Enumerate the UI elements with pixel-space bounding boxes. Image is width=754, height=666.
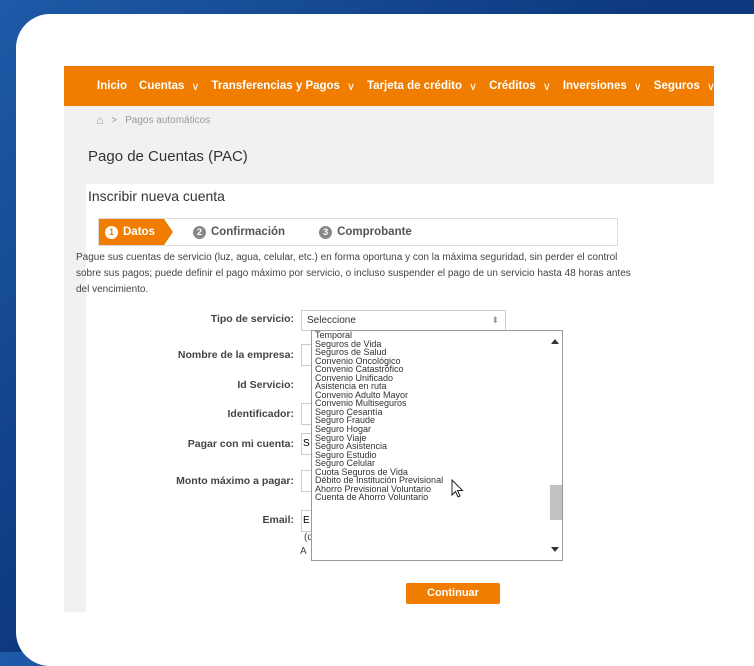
tipo-servicio-label: Tipo de servicio: (210, 313, 294, 325)
nav-inicio[interactable]: Inicio (97, 80, 127, 92)
breadcrumb: ⌂ > Pagos automáticos (64, 106, 714, 134)
scroll-up-icon[interactable] (551, 339, 559, 344)
step-comprobante: 3 Comprobante (285, 225, 412, 239)
dropdown-option[interactable]: Cuenta de Ahorro Voluntario (312, 493, 562, 502)
chevron-down-icon: ∨ (469, 80, 478, 93)
monto-label: Monto máximo a pagar: (176, 475, 294, 487)
empresa-label: Nombre de la empresa: (177, 349, 294, 361)
chevron-down-icon: ∨ (706, 80, 714, 93)
stepper: 1 Datos 2 Confirmación 3 Comprobante (98, 218, 618, 246)
browser-screen: Inicio Cuentas ∨ Transferencias y Pagos ∨ … (64, 66, 714, 612)
nav-creditos[interactable]: Créditos (489, 80, 536, 92)
continue-button[interactable]: Continuar (406, 583, 500, 604)
chevron-down-icon: ∨ (542, 80, 551, 93)
main-nav: Inicio Cuentas ∨ Transferencias y Pagos ∨ … (64, 66, 714, 106)
scroll-down-icon[interactable] (551, 547, 559, 552)
id-servicio-label: Id Servicio: (237, 379, 294, 391)
chevron-down-icon: ∨ (633, 80, 642, 93)
step-datos: 1 Datos (99, 219, 173, 245)
scrollbar-thumb[interactable] (550, 485, 562, 520)
nav-tarjeta[interactable]: Tarjeta de crédito (367, 80, 462, 92)
section-title: Inscribir nueva cuenta (88, 188, 225, 204)
breadcrumb-current: Pagos automáticos (125, 114, 211, 126)
dropdown-scrollbar[interactable] (548, 331, 562, 560)
identificador-label: Identificador: (227, 408, 294, 420)
email-note-2: A (300, 546, 307, 557)
tipo-servicio-dropdown[interactable]: Temporal Seguros de Vida Seguros de Salud C… (311, 330, 563, 561)
step-confirmacion: 2 Confirmación (173, 225, 285, 239)
mouse-cursor-icon (451, 479, 464, 498)
breadcrumb-separator-icon: > (111, 114, 118, 126)
nav-inversiones[interactable]: Inversiones (563, 80, 627, 92)
nav-cuentas[interactable]: Cuentas (139, 80, 184, 92)
chevron-down-icon: ∨ (191, 80, 200, 93)
email-label: Email: (262, 514, 294, 526)
dropdown-list: Temporal Seguros de Vida Seguros de Salud C… (312, 331, 562, 502)
home-icon[interactable]: ⌂ (96, 113, 103, 127)
cuenta-label: Pagar con mi cuenta: (187, 438, 294, 450)
nav-seguros[interactable]: Seguros (654, 80, 700, 92)
description-text: Pague sus cuentas de servicio (luz, agua… (76, 252, 631, 295)
page-title: Pago de Cuentas (PAC) (88, 148, 248, 165)
nav-transferencias[interactable]: Transferencias y Pagos (211, 80, 339, 92)
chevron-down-icon: ∨ (346, 80, 356, 93)
select-arrows-icon: ⬍ (491, 315, 499, 325)
tipo-servicio-select[interactable]: Seleccione ⬍ (301, 310, 506, 331)
